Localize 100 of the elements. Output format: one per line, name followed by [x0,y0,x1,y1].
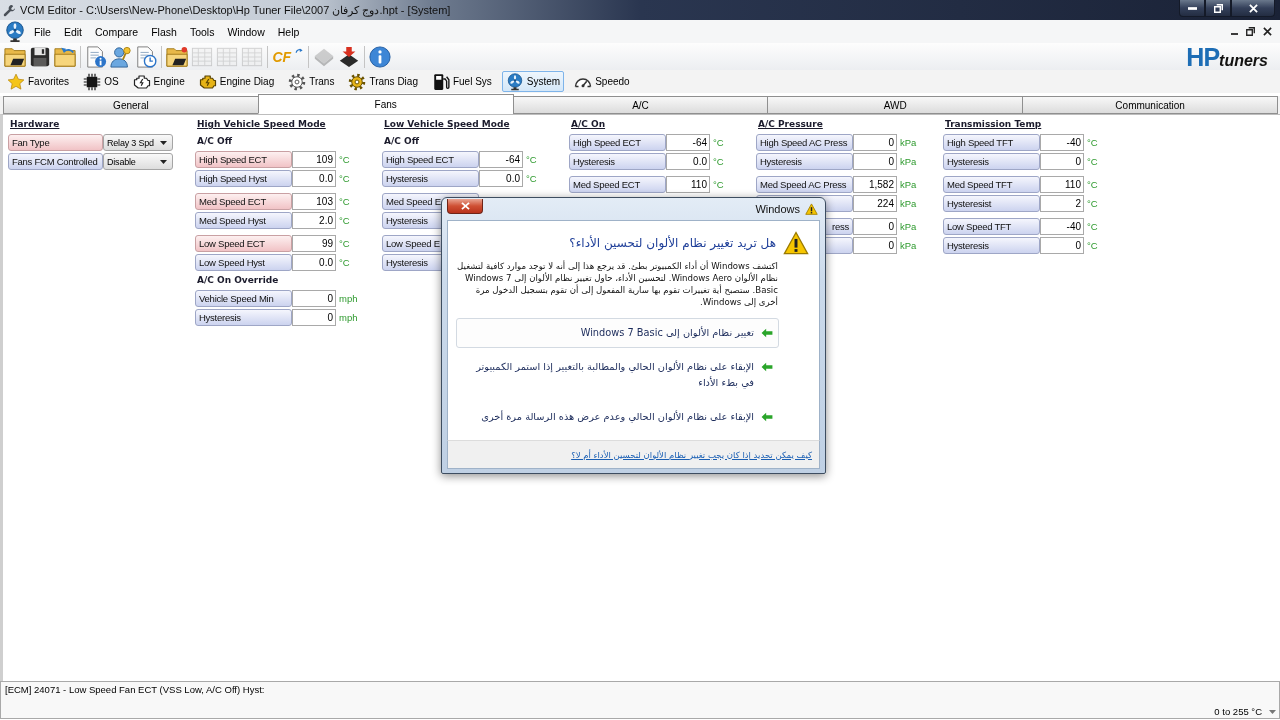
unit-label: °C [339,215,350,226]
unit-label: °C [1087,179,1098,190]
tab[interactable]: A/C [512,96,769,114]
value-field[interactable]: 110 [1040,176,1084,193]
value-field[interactable]: 224 [853,195,897,212]
value-field[interactable]: 0 [1040,153,1084,170]
subsection-heading: A/C Off [384,135,419,148]
field-label: Hysteresist [943,195,1040,212]
star-icon [7,72,25,91]
caret-icon [160,140,167,145]
section-heading: Low Vehicle Speed Mode [384,118,510,131]
value-field[interactable]: 0.0 [292,254,336,271]
value-field[interactable]: 0.0 [479,170,523,187]
dialog-title: Windows [755,203,800,215]
value-field[interactable]: 103 [292,193,336,210]
menu-item[interactable]: Compare [89,23,145,40]
module-button[interactable]: Favorites [3,71,74,92]
module-button[interactable]: OS [79,71,123,92]
save-icon[interactable] [28,45,51,68]
field-label: High Speed ECT [382,151,479,168]
value-field[interactable]: 0.0 [292,170,336,187]
close-button[interactable] [447,199,483,214]
dialog-heading: هل تريد تغيير نظام الألوان لتحسين الأداء؟ [569,236,776,250]
close-icon[interactable] [1263,27,1272,36]
unit-label: mph [339,293,358,304]
dropdown[interactable]: Relay 3 Spd [103,134,173,151]
value-field[interactable]: 0 [853,218,897,235]
unit-label: kPa [900,156,917,167]
value-field[interactable]: 0 [853,153,897,170]
info-icon[interactable] [369,45,392,68]
close-icon [1248,3,1258,13]
tab[interactable]: Fans [257,94,514,114]
module-button[interactable]: Fuel Sys [427,71,496,92]
chip-arrow-icon[interactable] [338,45,361,68]
field-label: Med Speed AC Press [756,176,853,193]
module-button[interactable]: Trans Diag [344,71,422,92]
value-field[interactable]: 0 [1040,237,1084,254]
folder-arrow-icon[interactable] [53,45,76,68]
field-label: High Speed AC Press [756,134,853,151]
scroll-down-icon[interactable] [1269,709,1276,714]
value-field[interactable]: -40 [1040,134,1084,151]
menu-item[interactable]: File [28,23,57,40]
arrow-icon [761,362,773,372]
tab[interactable]: AWD [767,96,1024,114]
help-link[interactable]: كيف يمكن تحديد إذا كان يجب تغيير نظام الألوان لتحسين الأداء أم لا؟ [571,449,812,460]
close-button[interactable] [1231,0,1275,17]
field-label: High Speed ECT [195,151,292,168]
tab[interactable]: General [3,96,259,114]
restore-icon[interactable] [1246,27,1255,36]
module-button[interactable]: Speedo [570,71,634,92]
module-button[interactable]: System [501,71,565,92]
document-clock-icon[interactable] [134,45,157,68]
minimize-icon [1187,6,1197,10]
value-field[interactable]: -64 [479,151,523,168]
value-field[interactable]: 0 [292,290,336,307]
value-field[interactable]: 0.0 [666,153,710,170]
unit-label: kPa [900,179,917,190]
tab[interactable]: Communication [1022,96,1278,114]
module-button[interactable]: Engine [128,71,189,92]
user-key-icon[interactable] [109,45,132,68]
command-link[interactable]: تغيير نظام الألوان إلى Windows 7 Basic [456,318,779,348]
field-label: Hysteresis [195,309,292,326]
value-field[interactable]: 0 [292,309,336,326]
chip-icon [83,72,102,91]
unit-label: °C [1087,198,1098,209]
value-field[interactable]: 99 [292,235,336,252]
document-info-icon[interactable] [84,45,107,68]
fan-icon [505,72,524,91]
unit-label: °C [713,137,724,148]
fan-icon[interactable] [5,20,25,43]
value-field[interactable]: -64 [666,134,710,151]
caret-icon [160,159,167,164]
subsection-heading: A/C Off [197,135,232,148]
unit-label: °C [713,156,724,167]
minimize-button[interactable] [1179,0,1205,17]
module-button[interactable]: Engine Diag [194,71,279,92]
restore-button[interactable] [1205,0,1231,17]
command-link[interactable]: الإبقاء على نظام الألوان الحالي وعدم عرض هذه الرسالة مرة أخرى [456,402,779,432]
value-field[interactable]: 109 [292,151,336,168]
menu-item[interactable]: Tools [183,23,221,40]
dropdown[interactable]: Disable [103,153,173,170]
folder-chip-icon[interactable] [165,45,188,68]
field-label: Low Speed Hyst [195,254,292,271]
value-field[interactable]: 2 [1040,195,1084,212]
wrench-icon [3,3,16,17]
folder-icon[interactable] [3,45,26,68]
value-field[interactable]: 0 [853,237,897,254]
menu-item[interactable]: Edit [57,23,88,40]
value-field[interactable]: 110 [666,176,710,193]
menu-item[interactable]: Window [221,23,271,40]
command-link[interactable]: الإبقاء على نظام الألوان الحالي والمطالبة بالتغيير إذا استمر الكمبيوتر في بطء الأداء [456,352,779,398]
value-field[interactable]: 2.0 [292,212,336,229]
module-button[interactable]: Trans [284,71,339,92]
engine-icon [198,72,217,91]
value-field[interactable]: 0 [853,134,897,151]
field-label: Hysteresis [943,237,1040,254]
menu-item[interactable]: Help [271,23,306,40]
value-field[interactable]: -40 [1040,218,1084,235]
value-field[interactable]: 1,582 [853,176,897,193]
menu-item[interactable]: Flash [145,23,183,40]
